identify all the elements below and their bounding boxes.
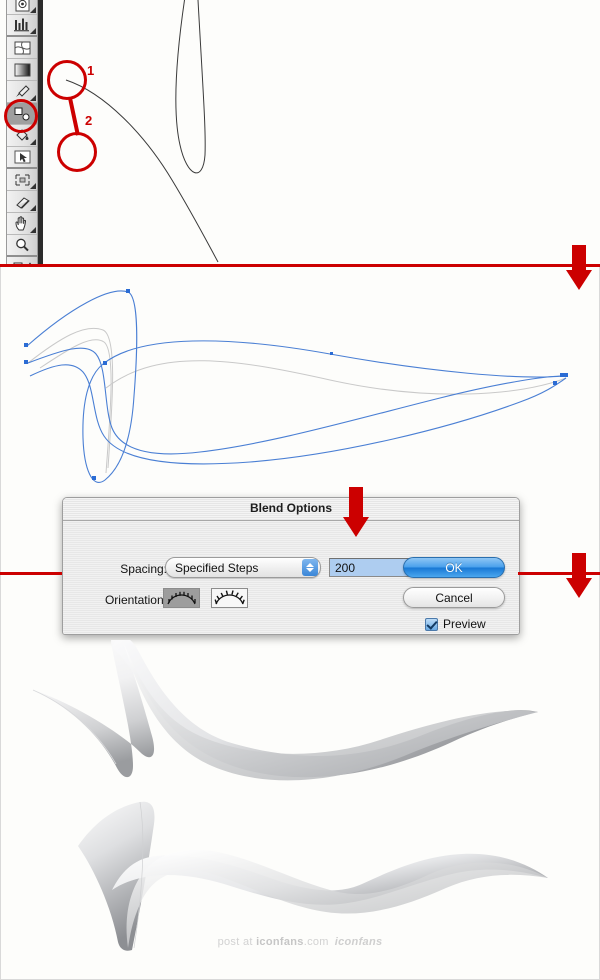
section-divider-2 [0, 572, 62, 575]
watermark-site: iconfans [256, 936, 304, 948]
orientation-label: Orientation: [104, 593, 167, 607]
annotation-label-1: 1 [87, 63, 95, 78]
annotation-circle-2 [57, 132, 97, 172]
illustrator-canvas-top: 1 2 [0, 0, 600, 265]
dialog-title: Blend Options [250, 501, 332, 515]
spacing-select[interactable]: Specified Steps [165, 557, 321, 578]
spacing-selected-value: Specified Steps [175, 560, 259, 575]
section-divider-1 [0, 264, 600, 267]
preview-checkbox[interactable] [425, 617, 438, 631]
blend-options-dialog[interactable]: Blend Options Spacing: Specified Steps 2… [62, 497, 520, 635]
step-arrow-2 [563, 553, 595, 598]
step-arrow-steps-field [340, 487, 372, 539]
blend-preview-svg [24, 289, 568, 483]
annotation-label-2: 2 [85, 113, 93, 128]
source-path-upper [65, 0, 219, 263]
chevron-updown-icon [302, 559, 318, 576]
orientation-align-to-path-button[interactable] [211, 588, 248, 608]
cancel-button[interactable]: Cancel [403, 587, 505, 608]
ok-button[interactable]: OK [403, 557, 505, 578]
orientation-align-to-page-button[interactable] [163, 588, 200, 608]
watermark-prefix: post at [217, 936, 257, 948]
dialog-title-bar[interactable]: Blend Options [63, 498, 519, 521]
align-to-page-icon [164, 589, 199, 607]
align-to-path-icon [212, 589, 247, 607]
preview-checkbox-row[interactable]: Preview [425, 617, 486, 631]
specified-steps-input[interactable]: 200 [329, 558, 409, 577]
blend-result-page-oriented [32, 640, 538, 781]
blend-path-preview [0, 268, 600, 503]
blend-tool-highlight-ring [4, 99, 38, 133]
preview-label: Preview [443, 617, 486, 631]
watermark-logo: iconfans [334, 936, 383, 948]
spacing-label: Spacing: [120, 562, 167, 576]
annotation-circle-1 [47, 60, 87, 100]
tutorial-page: 1 2 Blend Options Spacing: Specified Ste… [0, 0, 600, 980]
dialog-body: Spacing: Specified Steps 200 Orientation… [63, 521, 519, 634]
watermark: post at iconfans.com iconfans [0, 936, 600, 948]
specified-steps-value: 200 [335, 560, 356, 575]
watermark-suffix: .com [303, 936, 329, 948]
